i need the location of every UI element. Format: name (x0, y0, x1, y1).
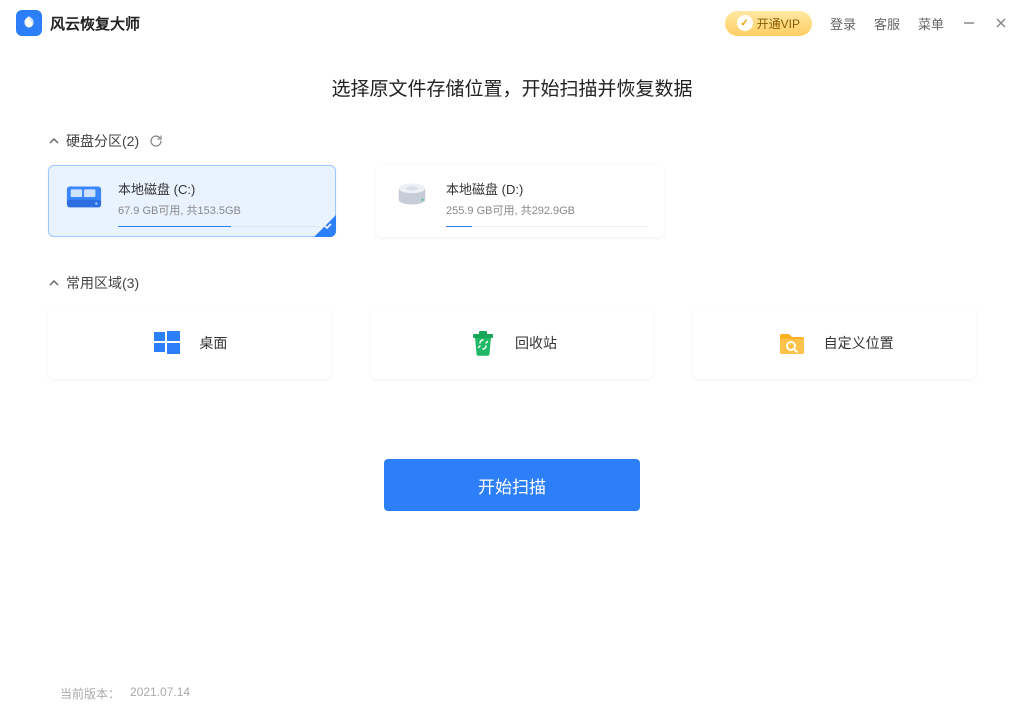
drive-name: 本地磁盘 (D:) (446, 179, 648, 198)
partition-card-c[interactable]: 本地磁盘 (C:) 67.9 GB可用, 共153.5GB (48, 165, 336, 237)
area-label: 回收站 (515, 333, 557, 353)
page-headline: 选择原文件存储位置，开始扫描并恢复数据 (48, 74, 976, 101)
titlebar-right: ✓ 开通VIP 登录 客服 菜单 (725, 11, 1008, 36)
area-desktop[interactable]: 桌面 (48, 307, 331, 379)
app-title: 风云恢复大师 (50, 13, 140, 34)
drive-info: 本地磁盘 (C:) 67.9 GB可用, 共153.5GB (118, 179, 320, 227)
recycle-bin-icon (467, 327, 499, 359)
area-custom-location[interactable]: 自定义位置 (693, 307, 976, 379)
drive-usage-bar (446, 226, 648, 227)
main-content: 选择原文件存储位置，开始扫描并恢复数据 硬盘分区(2) 本地磁盘 (C:) 67… (0, 46, 1024, 511)
menu-link[interactable]: 菜单 (918, 14, 944, 33)
login-link[interactable]: 登录 (830, 14, 856, 33)
version-value: 2021.07.14 (130, 685, 190, 702)
vip-check-icon: ✓ (737, 15, 753, 31)
minimize-icon[interactable] (962, 16, 976, 30)
open-vip-button[interactable]: ✓ 开通VIP (725, 11, 812, 36)
support-link[interactable]: 客服 (874, 14, 900, 33)
drive-sub: 67.9 GB可用, 共153.5GB (118, 202, 320, 218)
titlebar-left: 风云恢复大师 (16, 10, 140, 36)
vip-label: 开通VIP (757, 15, 800, 32)
app-logo-icon (16, 10, 42, 36)
footer-version: 当前版本： 2021.07.14 (60, 685, 190, 702)
scan-row: 开始扫描 (48, 459, 976, 511)
chevron-up-icon (48, 277, 60, 289)
refresh-icon[interactable] (149, 134, 163, 148)
section-areas-header[interactable]: 常用区域(3) (48, 273, 976, 293)
partitions-row: 本地磁盘 (C:) 67.9 GB可用, 共153.5GB 本地磁盘 (D:) … (48, 165, 976, 237)
selected-check-icon (323, 218, 333, 236)
area-label: 桌面 (199, 333, 227, 353)
start-scan-button[interactable]: 开始扫描 (384, 459, 640, 511)
drive-usage-bar (118, 226, 320, 227)
drive-info: 本地磁盘 (D:) 255.9 GB可用, 共292.9GB (446, 179, 648, 227)
section-partitions-label: 硬盘分区(2) (66, 131, 139, 151)
drive-name: 本地磁盘 (C:) (118, 179, 320, 198)
section-partitions-header[interactable]: 硬盘分区(2) (48, 131, 976, 151)
area-label: 自定义位置 (824, 333, 894, 353)
titlebar: 风云恢复大师 ✓ 开通VIP 登录 客服 菜单 (0, 0, 1024, 46)
close-icon[interactable] (994, 16, 1008, 30)
partition-card-d[interactable]: 本地磁盘 (D:) 255.9 GB可用, 共292.9GB (376, 165, 664, 237)
hdd-icon (64, 179, 104, 213)
folder-search-icon (776, 327, 808, 359)
area-recycle-bin[interactable]: 回收站 (371, 307, 654, 379)
chevron-up-icon (48, 135, 60, 147)
drive-sub: 255.9 GB可用, 共292.9GB (446, 202, 648, 218)
version-label: 当前版本： (60, 685, 120, 702)
hdd-external-icon (392, 179, 432, 213)
areas-row: 桌面 回收站 自定义位置 (48, 307, 976, 379)
section-areas-label: 常用区域(3) (66, 273, 139, 293)
windows-icon (151, 327, 183, 359)
